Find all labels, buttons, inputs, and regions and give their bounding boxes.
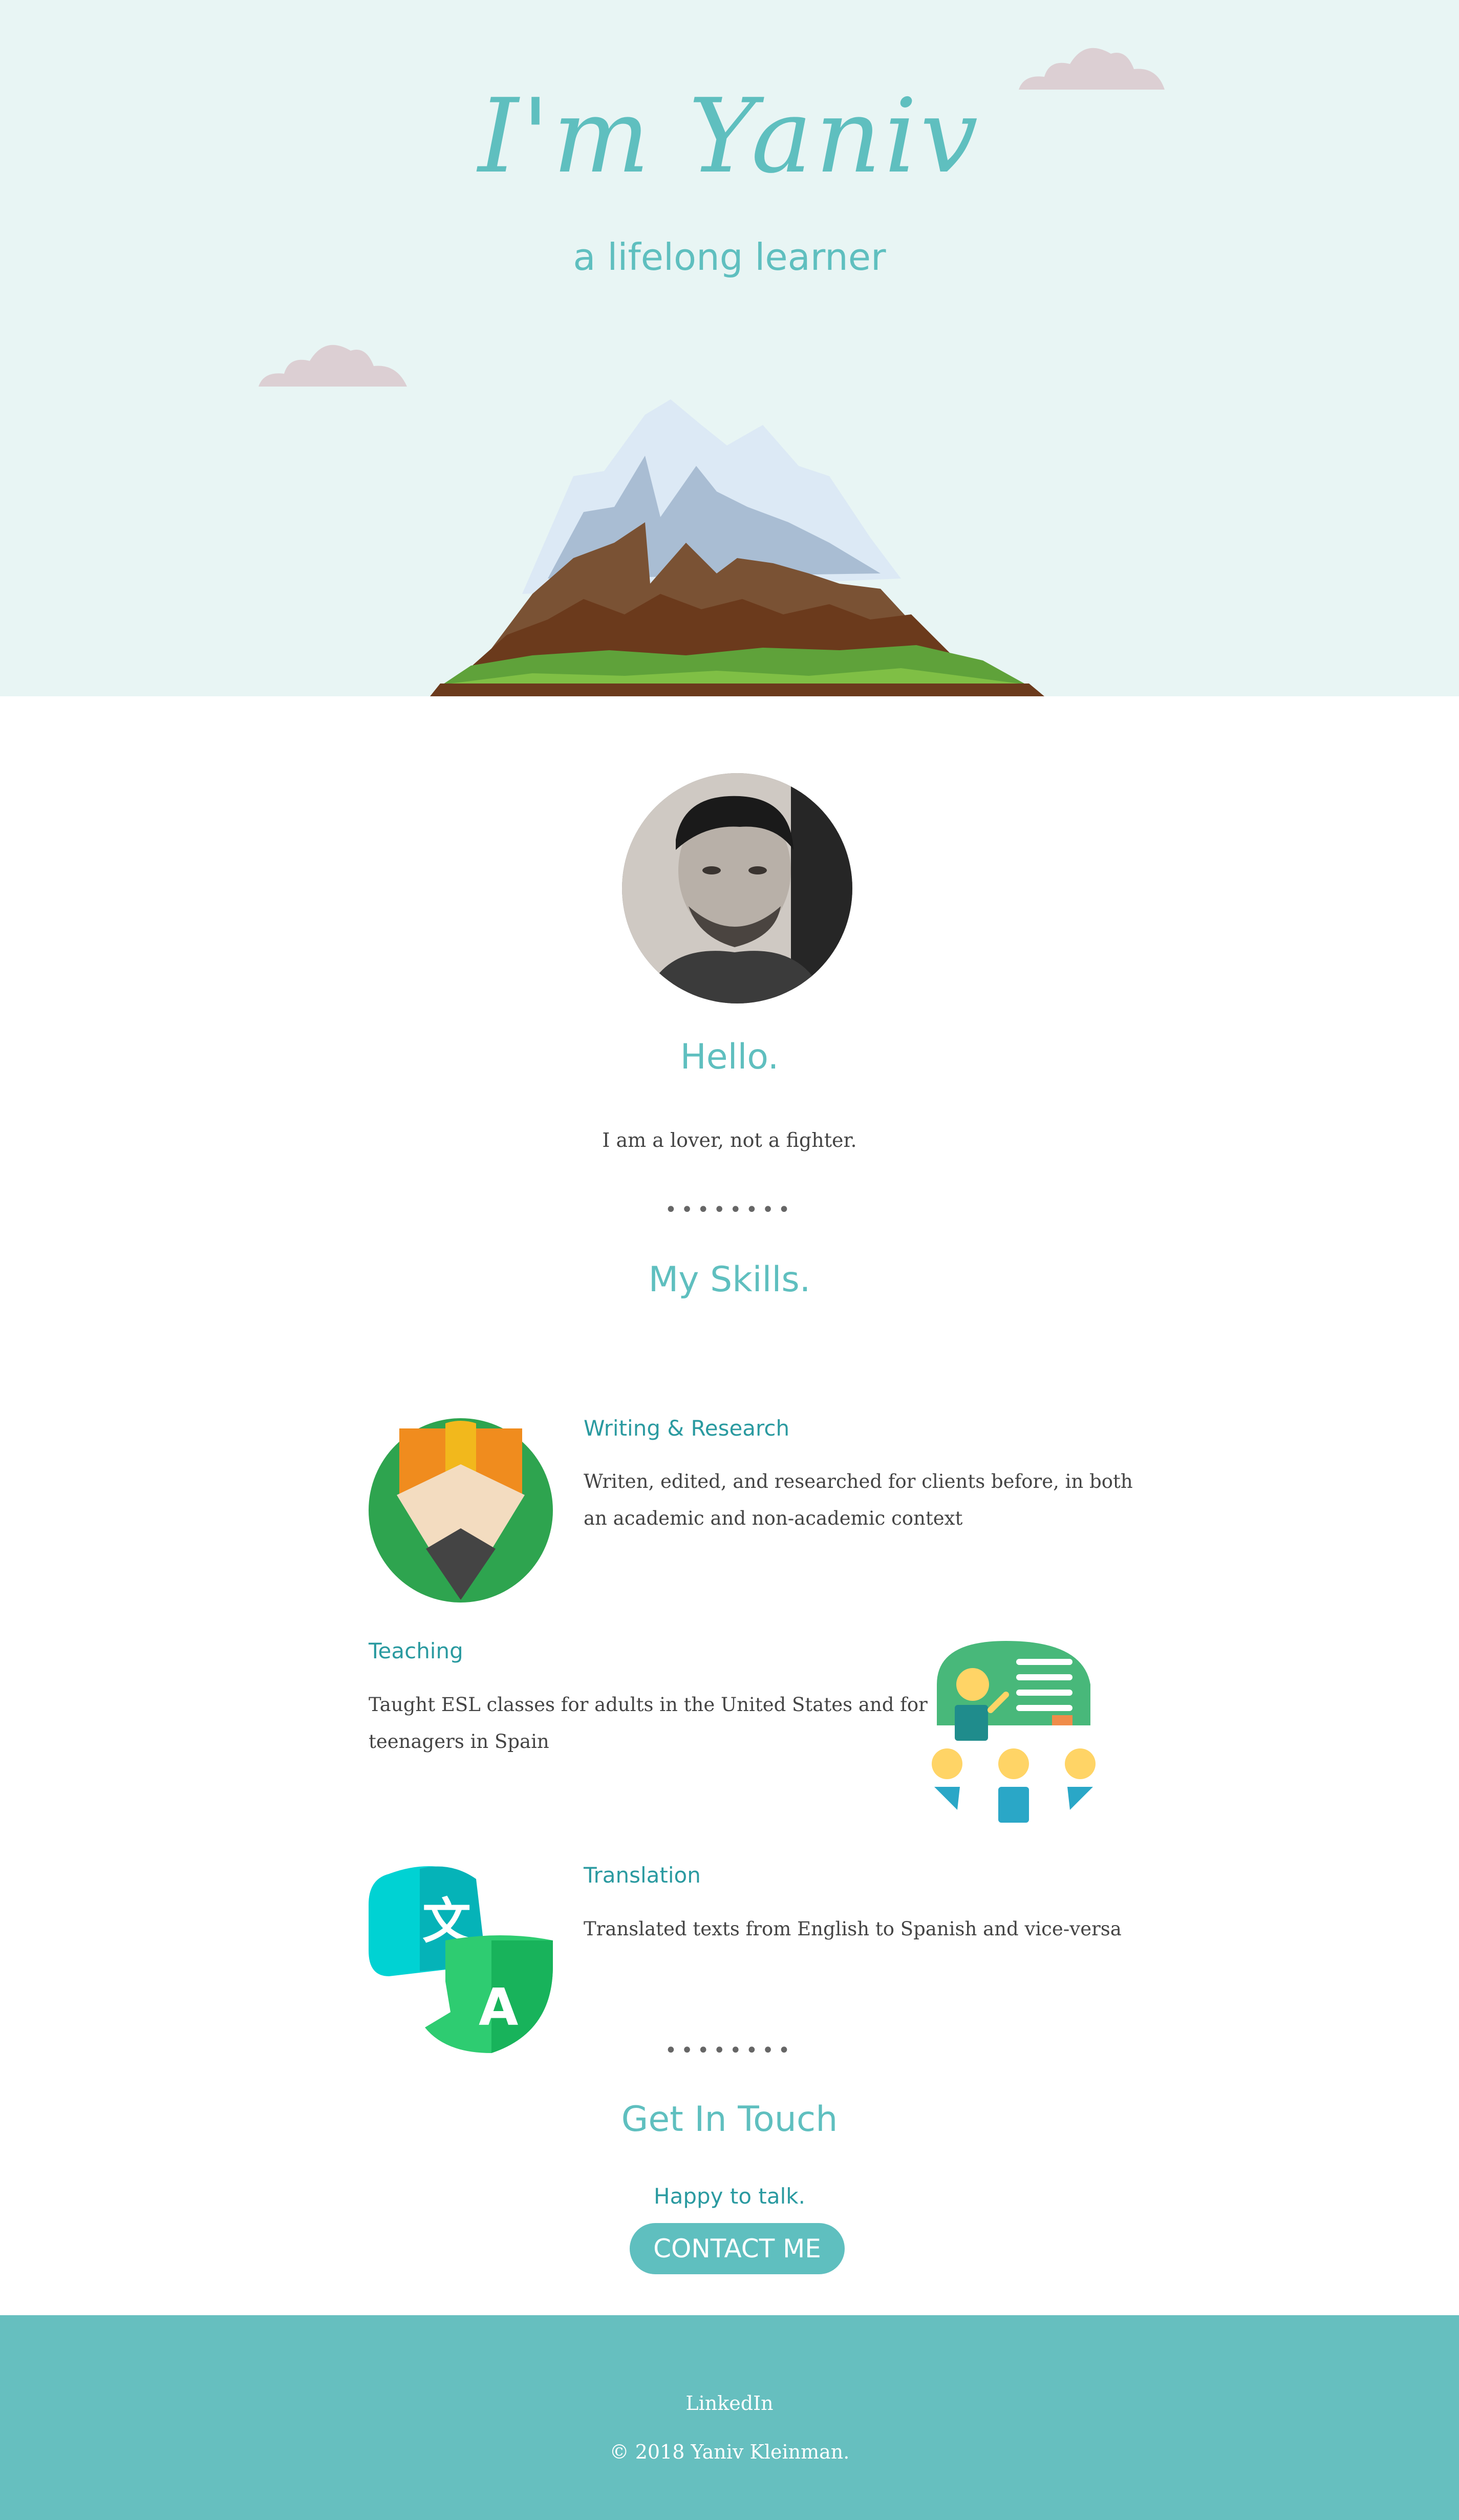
footer: LinkedIn © 2018 Yaniv Kleinman. (0, 2315, 1459, 2520)
hero-section: I'm Yaniv a lifelong learner (0, 0, 1459, 696)
skill-desc-teaching: Taught ESL classes for adults in the Uni… (369, 1694, 928, 1753)
divider: •••••••• (664, 2039, 795, 2062)
avatar (622, 773, 852, 1003)
contact-subtitle: Happy to talk. (654, 2184, 805, 2209)
classroom-icon (932, 1641, 1096, 1823)
mountain-illustration (430, 399, 1044, 696)
linkedin-link[interactable]: LinkedIn (0, 2392, 1459, 2415)
svg-text:A: A (479, 1977, 518, 2037)
cloud-icon (259, 345, 407, 387)
about-title: Hello. (680, 1037, 779, 1077)
translate-icon: 文 A (369, 1866, 553, 2053)
skills-title: My Skills. (648, 1259, 811, 1300)
skill-title-writing: Writing & Research (584, 1416, 790, 1441)
skill-desc-writing: Writen, edited, and researched for clien… (584, 1470, 1133, 1529)
hero-subtitle: a lifelong learner (573, 236, 886, 279)
contact-me-button[interactable]: CONTACT ME (630, 2223, 845, 2274)
skill-desc-translation: Translated texts from English to Spanish… (584, 1918, 1122, 1940)
hero-title: I'm Yaniv (478, 77, 981, 196)
copyright: © 2018 Yaniv Kleinman. (609, 2441, 850, 2463)
skill-title-teaching: Teaching (369, 1638, 463, 1663)
pencil-icon (369, 1418, 553, 1603)
skill-title-translation: Translation (584, 1863, 701, 1888)
contact-title: Get In Touch (621, 2099, 838, 2140)
profile-photo (622, 773, 852, 1003)
divider: •••••••• (664, 1198, 795, 1222)
about-text: I am a lover, not a fighter. (602, 1129, 857, 1151)
